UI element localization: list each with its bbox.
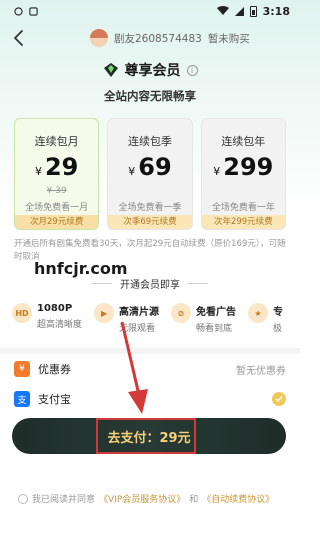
privilege-list: HD 1080P 超高清晰度 ▶ 高清片源 无限观看 ⊘ 免看广告 畅看到底 ★… [0, 303, 300, 334]
plan-card-monthly[interactable]: 连续包月 ¥29 ¥ 39 全场免费看一月 次月29元续费 [14, 118, 100, 230]
privilege-item: ★ 专 极 [248, 303, 283, 334]
plan-price-value: 29 [44, 153, 79, 181]
plan-name: 连续包年 [221, 135, 266, 148]
hd-icon: HD [12, 303, 32, 323]
plan-name: 连续包月 [34, 135, 79, 148]
privilege-desc: 畅看到底 [196, 324, 233, 334]
divider-line [188, 283, 208, 284]
privilege-text: 免看广告 畅看到底 [196, 303, 236, 334]
plan-original-price: ¥ 39 [46, 186, 67, 196]
exclusive-icon: ★ [248, 303, 269, 323]
battery-icon [249, 5, 257, 17]
plan-price-value: 69 [138, 153, 172, 181]
app-notification-icon [29, 6, 38, 16]
coupon-value: 暂无优惠券 [236, 365, 286, 377]
watermark: hnfcjr.com [32, 259, 130, 278]
privilege-item: ▶ 高清片源 无限观看 [94, 303, 159, 334]
vip-title-text: 尊享会员 [124, 63, 181, 79]
vip-diamond-icon [103, 63, 118, 77]
privilege-text: 1080P 超高清晰度 [37, 303, 82, 330]
plan-original-price [202, 186, 285, 198]
privilege-text: 高清片源 无限观看 [119, 303, 159, 334]
signal-icon [234, 6, 244, 16]
plan-currency: ¥ [213, 165, 221, 178]
plan-desc: 全场免费看一月 [25, 203, 89, 213]
plan-renewal: 次年299元续费 [201, 215, 285, 229]
renew-agreement-link[interactable]: 《自动续费协议》 [202, 492, 274, 505]
info-icon[interactable]: i [186, 64, 198, 76]
top-bar: 剧友2608574483 暂未购买 [0, 22, 300, 54]
plan-card-quarterly[interactable]: 连续包季 ¥69 全场免费看一季 次季69元续费 [107, 118, 193, 230]
plan-price: ¥29 [15, 155, 98, 184]
coupon-label: 优惠券 [38, 363, 71, 376]
plan-price-value: 299 [223, 153, 274, 181]
wifi-icon [216, 6, 229, 15]
username: 剧友2608574483 [114, 32, 202, 45]
coupon-icon: ¥ [14, 361, 30, 377]
plan-renewal: 次季69元续费 [108, 215, 192, 229]
agreement-prefix: 我已阅读并同意 [32, 495, 96, 505]
coupon-row[interactable]: ¥ 优惠券 暂无优惠券 [0, 354, 300, 384]
plan-desc: 全场免费看一季 [118, 203, 182, 213]
privilege-desc: 无限观看 [119, 324, 156, 334]
agreement-and: 和 [189, 495, 199, 505]
privilege-title: 专 [273, 307, 284, 318]
highlight-box [96, 418, 196, 454]
alipay-icon: 支 [14, 391, 30, 407]
plan-renewal: 次月29元续费 [15, 215, 99, 229]
plan-price: ¥69 [108, 155, 191, 184]
vip-title: 尊享会员 i [0, 60, 300, 80]
privilege-item: HD 1080P 超高清晰度 [12, 303, 82, 334]
plan-original-price [108, 186, 191, 198]
plan-currency: ¥ [128, 165, 136, 178]
plan-desc: 全场免费看一年 [211, 203, 275, 213]
checkmark-icon [275, 396, 283, 403]
back-arrow-icon[interactable] [10, 28, 30, 48]
privilege-title: 免看广告 [196, 307, 237, 318]
film-icon: ▶ [94, 303, 115, 323]
plan-price: ¥299 [202, 155, 285, 184]
plan-list: 连续包月 ¥29 ¥ 39 全场免费看一月 次月29元续费 连续包季 ¥69 全… [0, 118, 300, 230]
privilege-item: ⊘ 免看广告 畅看到底 [171, 303, 236, 334]
status-bar: 3:18 [0, 0, 300, 22]
privilege-text: 专 极 [273, 303, 283, 334]
privilege-title: 开通会员即享 [0, 276, 300, 291]
divider-line [92, 283, 112, 284]
check-icon[interactable] [272, 392, 286, 406]
privilege-desc: 超高清晰度 [37, 320, 83, 330]
privilege-title-text: 开通会员即享 [120, 280, 180, 291]
user-info: 剧友2608574483 暂未购买 [90, 29, 250, 47]
avatar [90, 29, 108, 47]
no-ads-icon: ⊘ [171, 303, 192, 323]
status-right: 3:18 [216, 4, 290, 18]
plan-card-yearly[interactable]: 连续包年 ¥299 全场免费看一年 次年299元续费 [200, 118, 286, 230]
alipay-row[interactable]: 支 支付宝 [0, 384, 300, 414]
privilege-title: 高清片源 [119, 307, 160, 318]
alipay-label: 支付宝 [38, 393, 71, 406]
status-time: 3:18 [262, 4, 290, 18]
vip-agreement-link[interactable]: 《VIP会员服务协议》 [99, 492, 185, 505]
agreement-row: 我已阅读并同意 《VIP会员服务协议》 和 《自动续费协议》 [18, 492, 274, 505]
purchase-status: 暂未购买 [207, 32, 250, 45]
privilege-desc: 极 [273, 324, 283, 334]
privilege-title: 1080P [37, 303, 73, 314]
vip-subtitle: 全站内容无限畅享 [104, 89, 196, 103]
notification-icon [14, 6, 23, 16]
plan-name: 连续包季 [127, 135, 172, 148]
status-left [14, 6, 38, 16]
agreement-radio[interactable] [18, 493, 28, 504]
plan-currency: ¥ [34, 165, 42, 178]
